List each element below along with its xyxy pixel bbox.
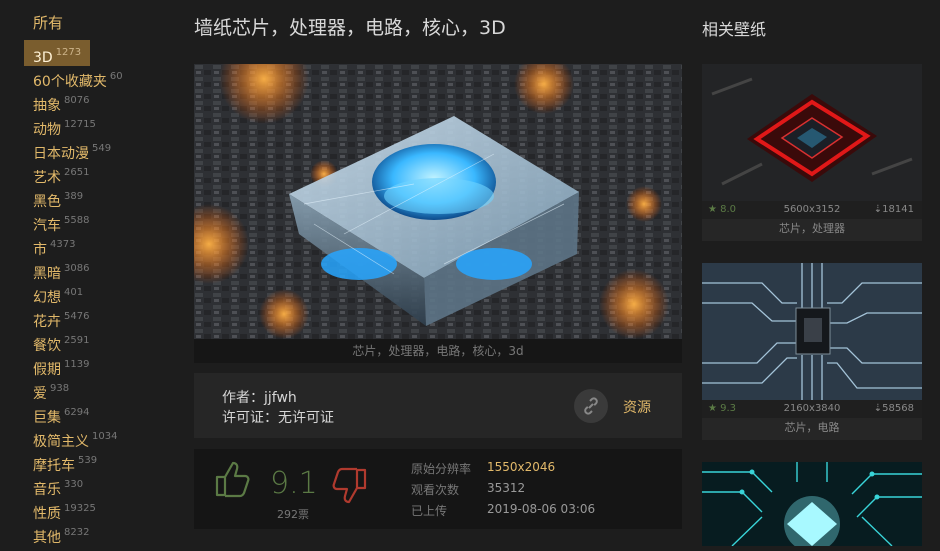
author-name[interactable]: jjfwh	[264, 390, 297, 406]
category-count: 330	[64, 479, 84, 490]
uploaded-value: 2019-08-06 03:06	[487, 502, 596, 516]
sidebar-category[interactable]: 60个收藏夹 60	[24, 64, 132, 90]
sidebar-category[interactable]: 市 4373	[24, 232, 84, 258]
sidebar-category[interactable]: 动物 12715	[24, 112, 105, 138]
category-count: 5476	[64, 311, 90, 322]
views-value: 35312	[487, 481, 526, 495]
related-thumbnail[interactable]	[702, 263, 922, 400]
category-name: 其他	[33, 530, 61, 546]
category-count: 3086	[64, 263, 90, 274]
category-count: 1139	[64, 359, 90, 370]
author-label: 作者：	[222, 390, 264, 406]
main-wallpaper-image[interactable]	[194, 64, 682, 339]
related-downloads: ⇣18141	[873, 204, 914, 215]
category-count: 19325	[64, 503, 96, 514]
sidebar-category[interactable]: 极简主义 1034	[24, 424, 126, 450]
category-count: 401	[64, 287, 84, 298]
sidebar-category[interactable]: 幻想 401	[24, 280, 92, 306]
sidebar-category[interactable]: 3D 1273	[24, 40, 91, 66]
resolution-label: 原始分辨率	[411, 462, 472, 476]
category-count: 938	[50, 383, 70, 394]
chip-render-art	[194, 64, 682, 339]
related-thumbnail[interactable]	[702, 462, 922, 546]
resource-link[interactable]: 资源	[623, 397, 651, 417]
vote-count: 292票	[277, 508, 309, 521]
related-info-bar: ★ 8.0 5600x3152 ⇣18141	[702, 201, 922, 219]
category-count: 5588	[64, 215, 90, 226]
views-label: 观看次数	[411, 483, 460, 497]
sidebar-category[interactable]: 巨集 6294	[24, 400, 98, 426]
sidebar-category[interactable]: 抽象 8076	[24, 88, 98, 114]
category-count: 2591	[64, 335, 90, 346]
category-count: 1273	[55, 47, 82, 58]
sidebar-category[interactable]: 黑暗 3086	[24, 256, 98, 282]
category-count: 549	[92, 143, 112, 154]
related-downloads: ⇣58568	[873, 403, 914, 414]
stats-panel: 9.1 292票 原始分辨率 1550x2046 观看次数 35312 已上传 …	[194, 449, 682, 529]
sidebar-category[interactable]: 性质 19325	[24, 496, 105, 522]
author-info-panel: 作者：jjfwh 许可证：无许可证 资源	[194, 373, 682, 438]
sidebar-category[interactable]: 汽车 5588	[24, 208, 98, 234]
license-row: 许可证：无许可证	[222, 407, 334, 427]
license-value: 无许可证	[278, 410, 334, 426]
sidebar-category[interactable]: 爱 938	[24, 376, 78, 402]
rating-score: 9.1	[270, 466, 318, 501]
related-card[interactable]: ★ 9.3 2160x3840 ⇣58568 芯片，电路	[702, 263, 922, 440]
category-count: 389	[64, 191, 84, 202]
page-title: 墙纸芯片，处理器，电路，核心，3D	[194, 17, 506, 39]
resolution-value[interactable]: 1550x2046	[487, 460, 555, 474]
category-count: 8076	[64, 95, 90, 106]
related-info-bar: ★ 9.3 2160x3840 ⇣58568	[702, 400, 922, 418]
license-label: 许可证：	[222, 410, 278, 426]
category-count: 60	[109, 71, 123, 82]
category-count: 1034	[92, 431, 118, 442]
thumbs-up-icon[interactable]	[214, 459, 252, 499]
sidebar-category[interactable]: 假期 1139	[24, 352, 98, 378]
category-count: 12715	[64, 119, 96, 130]
category-count: 2651	[64, 167, 90, 178]
related-card[interactable]: ★ 8.0 5600x3152 ⇣18141 芯片，处理器	[702, 64, 922, 241]
sidebar-heading-all[interactable]: 所有	[33, 12, 63, 33]
category-count: 6294	[64, 407, 90, 418]
category-count: 539	[78, 455, 98, 466]
related-thumbnail[interactable]	[702, 64, 922, 201]
sidebar-category[interactable]: 艺术 2651	[24, 160, 98, 186]
category-count: 8232	[64, 527, 90, 538]
related-card[interactable]	[702, 462, 922, 546]
author-row: 作者：jjfwh	[222, 387, 297, 407]
uploaded-label: 已上传	[411, 504, 448, 518]
category-count: 4373	[50, 239, 76, 250]
related-caption[interactable]: 芯片，电路	[702, 418, 922, 440]
sidebar-category[interactable]: 日本动漫 549	[24, 136, 120, 162]
sidebar-category[interactable]: 黑色 389	[24, 184, 92, 210]
sidebar-category[interactable]: 餐饮 2591	[24, 328, 98, 354]
sidebar-category[interactable]: 花卉 5476	[24, 304, 98, 330]
related-heading: 相关壁纸	[702, 20, 767, 39]
related-caption[interactable]: 芯片，处理器	[702, 219, 922, 241]
thumbs-down-icon[interactable]	[330, 466, 368, 506]
sidebar-category[interactable]: 其他 8232	[24, 520, 98, 546]
link-icon[interactable]	[574, 389, 608, 423]
image-caption: 芯片，处理器，电路，核心，3d	[194, 339, 682, 363]
sidebar-category[interactable]: 摩托车 539	[24, 448, 106, 474]
sidebar-category[interactable]: 音乐 330	[24, 472, 92, 498]
